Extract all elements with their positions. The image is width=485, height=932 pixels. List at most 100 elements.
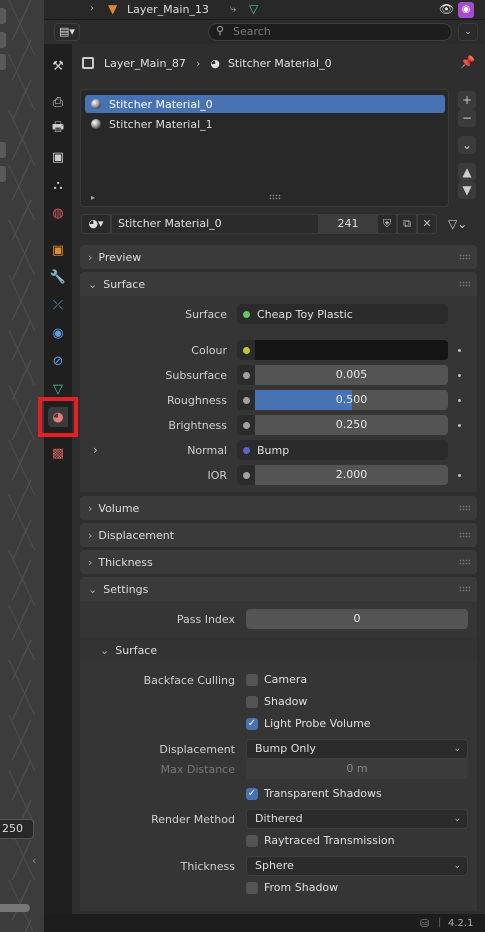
scene-icon[interactable]: ⛬ xyxy=(48,175,68,195)
modifier-icon[interactable]: 🔧 xyxy=(48,267,68,287)
material-name-field[interactable]: Stitcher Material_0 xyxy=(111,214,319,234)
slot-specials-icon[interactable]: ⌄ xyxy=(458,136,476,154)
frame-field[interactable]: 250 xyxy=(0,819,34,839)
physics-icon[interactable]: ◉ xyxy=(48,323,68,343)
keyframe-dot-icon[interactable] xyxy=(458,374,461,377)
drag-handle-icon[interactable] xyxy=(459,559,471,565)
texture-icon[interactable]: ▩ xyxy=(48,443,68,463)
properties-tabs: ⚒ ⎙ 🖶 ▣ ⛬ ◍ ▣ 🔧 ⤫ ◉ ⊘ ▽ ◕ ▩ xyxy=(44,44,72,914)
colour-swatch[interactable] xyxy=(255,340,448,360)
camera-checkbox[interactable]: Camera xyxy=(246,673,307,686)
from-shadow-checkbox[interactable]: From Shadow xyxy=(246,881,338,894)
keyframe-dot-icon[interactable] xyxy=(458,424,461,427)
object-icon[interactable]: ▣ xyxy=(48,240,68,260)
roughness-socket[interactable] xyxy=(237,390,255,410)
mesh-data-icon[interactable]: ▽ xyxy=(249,2,258,16)
viewport-tool-button[interactable] xyxy=(0,8,6,24)
particles-icon[interactable]: ⤫ xyxy=(48,295,68,315)
status-bar: ⛁ | 4.2.1 xyxy=(44,914,485,932)
keyframe-dot-icon[interactable] xyxy=(458,474,461,477)
material-slot-item[interactable]: Stitcher Material_0 xyxy=(85,95,445,113)
drag-handle-icon[interactable] xyxy=(459,281,471,287)
material-slot-item[interactable]: Stitcher Material_1 xyxy=(85,115,445,133)
move-down-icon[interactable]: ▼ xyxy=(458,181,476,199)
material-slot-list[interactable]: Stitcher Material_0 Stitcher Material_1 … xyxy=(80,89,449,207)
brightness-socket[interactable] xyxy=(237,415,255,435)
resize-grip-icon[interactable] xyxy=(269,194,281,200)
drag-handle-icon[interactable] xyxy=(459,586,471,592)
editor-type-icon[interactable]: ▤▾ xyxy=(54,23,80,41)
volume-panel-header[interactable]: › Volume xyxy=(80,496,477,520)
tool-icon[interactable]: ⚒ xyxy=(48,56,68,76)
view-layer-icon[interactable]: ▣ xyxy=(48,147,68,167)
settings-panel-header[interactable]: ⌄ Settings xyxy=(80,577,477,601)
keyframe-dot-icon[interactable] xyxy=(458,399,461,402)
preview-title: Preview xyxy=(98,250,142,264)
render-camera-icon[interactable]: ◉ xyxy=(458,2,474,18)
expand-arrow-icon[interactable]: › xyxy=(90,3,94,14)
pin-icon[interactable]: 📌 xyxy=(460,55,475,69)
brightness-slider[interactable]: 0.250 xyxy=(255,415,448,435)
ior-slider[interactable]: 2.000 xyxy=(255,465,448,485)
visibility-eye-icon[interactable]: 👁 xyxy=(439,2,454,16)
output-icon[interactable]: 🖶 xyxy=(48,119,68,139)
breadcrumb: Layer_Main_87 › ◕ Stitcher Material_0 xyxy=(82,52,332,74)
outliner-row[interactable]: › ▼ Layer_Main_13 ⤷ ▽ 👁 ◉ xyxy=(44,0,485,20)
move-up-icon[interactable]: ▲ xyxy=(458,163,476,181)
max-distance-field: 0 m xyxy=(246,759,468,779)
preview-panel-header[interactable]: › Preview xyxy=(80,245,477,269)
ior-socket[interactable] xyxy=(237,465,255,485)
surface-shader-field[interactable]: Cheap Toy Plastic xyxy=(237,304,448,324)
pass-index-field[interactable]: 0 xyxy=(246,609,468,629)
browse-material-icon[interactable]: ◕▾ xyxy=(81,214,111,234)
brightness-label: Brightness xyxy=(168,419,227,432)
duplicate-icon[interactable]: ⧉ xyxy=(397,214,417,234)
search-input[interactable]: Search xyxy=(208,23,452,41)
keyframe-dot-icon[interactable] xyxy=(458,349,461,352)
drag-handle-icon[interactable] xyxy=(459,505,471,511)
viewport-tool-button[interactable] xyxy=(0,142,6,158)
raytraced-transmission-checkbox[interactable]: Raytraced Transmission xyxy=(246,834,395,847)
light-probe-volume-checkbox[interactable]: ✓ Light Probe Volume xyxy=(246,717,371,730)
outliner-object-name[interactable]: Layer_Main_13 xyxy=(127,3,209,16)
shadow-checkbox[interactable]: Shadow xyxy=(246,695,307,708)
collapse-arrow-icon[interactable]: ‹ xyxy=(32,854,36,867)
constraints-icon[interactable]: ⊘ xyxy=(48,351,68,371)
thickness-panel-header[interactable]: › Thickness xyxy=(80,550,477,574)
displacement-dropdown[interactable]: Bump Only ⌄ xyxy=(246,739,468,759)
normal-input-field[interactable]: Bump xyxy=(237,440,448,460)
remove-slot-icon[interactable]: − xyxy=(458,109,476,127)
data-icon[interactable]: ▽ xyxy=(48,379,68,399)
expand-normal-icon[interactable]: › xyxy=(93,443,98,457)
options-dropdown-icon[interactable]: ⌄ xyxy=(458,23,478,41)
surface-panel-header[interactable]: ⌄ Surface xyxy=(80,272,477,296)
transparent-shadows-checkbox[interactable]: ✓ Transparent Shadows xyxy=(246,787,382,800)
subsurface-slider[interactable]: 0.005 xyxy=(255,365,448,385)
displacement-panel-header[interactable]: › Displacement xyxy=(80,523,477,547)
user-count[interactable]: 241 xyxy=(319,214,377,234)
viewport-tool-button[interactable] xyxy=(0,54,6,70)
drag-handle-icon[interactable] xyxy=(459,254,471,260)
colour-socket[interactable] xyxy=(237,340,255,360)
viewport-tool-button[interactable] xyxy=(0,32,6,48)
subsurface-socket[interactable] xyxy=(237,365,255,385)
render-icon[interactable]: ⎙ xyxy=(48,92,68,112)
list-expand-icon[interactable]: ▸ xyxy=(91,193,95,202)
world-icon[interactable]: ◍ xyxy=(48,203,68,223)
material-slot-name: Stitcher Material_0 xyxy=(109,97,213,111)
roughness-slider[interactable]: 0.500 xyxy=(255,390,448,410)
viewport-tool-button[interactable] xyxy=(0,166,6,182)
viewport-edge[interactable] xyxy=(0,0,44,932)
thickness-dropdown[interactable]: Sphere ⌄ xyxy=(246,856,468,876)
settings-surface-subpanel-header[interactable]: ⌄ Surface xyxy=(80,638,477,662)
checkbox-icon xyxy=(246,673,258,686)
add-slot-icon[interactable]: + xyxy=(458,91,476,109)
viewport-scrollbar[interactable] xyxy=(0,904,30,912)
render-method-dropdown[interactable]: Dithered ⌄ xyxy=(246,809,468,829)
fake-user-shield-icon[interactable]: ⛨ xyxy=(377,214,397,234)
unlink-close-icon[interactable]: ✕ xyxy=(417,214,437,234)
chevron-down-icon: ⌄ xyxy=(100,643,110,657)
drag-handle-icon[interactable] xyxy=(459,532,471,538)
link-mode-icon[interactable]: ▽⌄ xyxy=(448,214,478,234)
volume-title: Volume xyxy=(98,501,140,515)
